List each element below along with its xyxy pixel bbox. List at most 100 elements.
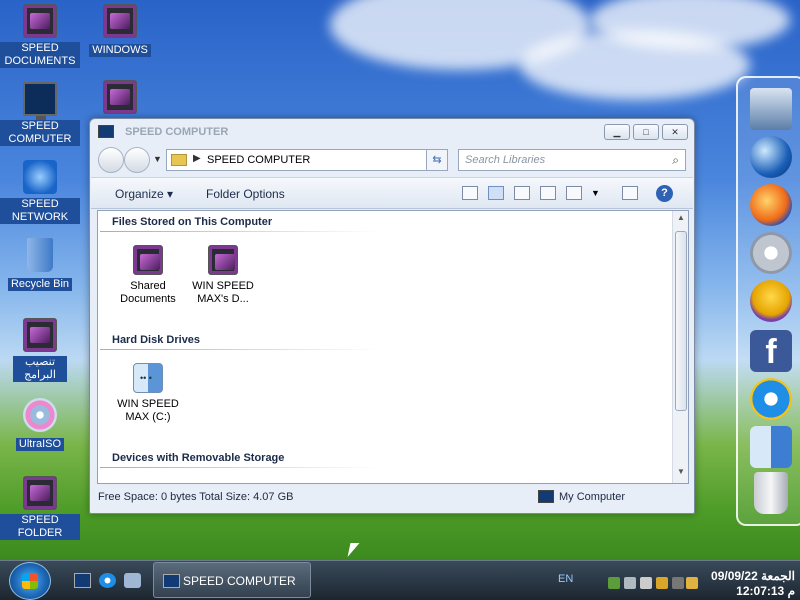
drive-icon	[133, 363, 163, 393]
folder-icon	[103, 80, 137, 114]
folder-icon	[133, 245, 163, 275]
item-user-documents[interactable]: WIN SPEED MAX's D...	[188, 245, 258, 306]
divider	[100, 349, 380, 350]
desktop-icon-speed-network[interactable]: SPEED NETWORK	[0, 160, 80, 224]
language-indicator[interactable]: EN	[558, 573, 573, 585]
organize-button[interactable]: Organize ▾	[115, 187, 173, 201]
status-location: My Computer	[559, 491, 626, 503]
history-dropdown-icon[interactable]: ▼	[153, 154, 162, 164]
desktop-icon-windows[interactable]: WINDOWS	[80, 4, 160, 57]
status-bar: Free Space: 0 bytes Total Size: 4.07 GB …	[91, 486, 693, 510]
desktop-icon-speed-folder[interactable]: SPEED FOLDER	[0, 476, 80, 540]
clock-day: الجمعة	[761, 569, 795, 583]
refresh-button[interactable]: ⇆	[426, 149, 448, 171]
view-dropdown-icon[interactable]: ▼	[591, 188, 600, 198]
maximize-button[interactable]: □	[633, 124, 659, 140]
folder-icon	[23, 318, 57, 352]
folder-icon	[23, 476, 57, 510]
folder-icon	[171, 154, 187, 166]
vertical-scrollbar[interactable]: ▲ ▼	[672, 211, 688, 483]
computer-icon[interactable]	[74, 573, 91, 588]
search-placeholder: Search Libraries	[465, 154, 546, 166]
tray-icon[interactable]	[624, 577, 636, 589]
media-player-icon[interactable]	[124, 573, 141, 588]
taskbar: SPEED COMPUTER EN الجمعة 09/09/22 م 12:0…	[0, 560, 800, 600]
tray-icon[interactable]	[672, 577, 684, 589]
network-icon	[23, 160, 57, 194]
tray-icon[interactable]	[656, 577, 668, 589]
tray-volume-icon[interactable]	[640, 577, 652, 589]
documents-folder-icon	[23, 4, 57, 38]
computer-monitor-icon	[23, 82, 57, 120]
desktop-icon-speed-documents[interactable]: SPEED DOCUMENTS	[0, 4, 80, 68]
group-header-stored: Files Stored on This Computer	[112, 216, 273, 228]
scroll-thumb[interactable]	[675, 231, 687, 411]
desktop-icon-ultraiso[interactable]: UltraISO	[0, 398, 80, 451]
computer-icon[interactable]	[750, 88, 792, 130]
computer-icon	[538, 490, 554, 503]
status-disk-info: Free Space: 0 bytes Total Size: 4.07 GB	[98, 491, 294, 503]
scroll-up-icon[interactable]: ▲	[673, 213, 688, 227]
file-list[interactable]: Files Stored on This Computer Shared Doc…	[97, 210, 689, 484]
address-row: ▼ ▶ SPEED COMPUTER ▼ ⇆ Search Libraries …	[98, 147, 688, 173]
item-shared-documents[interactable]: Shared Documents	[113, 245, 183, 306]
minimize-button[interactable]: ▁	[604, 124, 630, 140]
address-path: SPEED COMPUTER	[207, 154, 311, 166]
folder-options-button[interactable]: Folder Options	[206, 187, 285, 201]
mouse-cursor	[347, 543, 360, 557]
desktop-icon-folder[interactable]	[80, 80, 160, 118]
close-button[interactable]: ✕	[662, 124, 688, 140]
clock-date: 09/09/22	[711, 569, 758, 583]
explorer-window[interactable]: SPEED COMPUTER ▁ □ ✕ ▼ ▶ SPEED COMPUTER …	[89, 118, 695, 514]
clock-ampm: م	[787, 584, 795, 598]
search-icon: ⌕	[672, 153, 679, 167]
group-header-disks: Hard Disk Drives	[112, 334, 201, 346]
group-header-removable: Devices with Removable Storage	[112, 452, 285, 464]
recycle-bin-icon	[27, 238, 53, 272]
dock-bar: f	[736, 76, 800, 526]
taskbar-window-button[interactable]: SPEED COMPUTER	[153, 562, 311, 598]
computer-icon	[98, 125, 114, 138]
back-button[interactable]	[98, 147, 124, 173]
divider	[100, 467, 380, 468]
facebook-icon[interactable]: f	[750, 330, 792, 372]
address-bar[interactable]: ▶ SPEED COMPUTER ▼	[166, 149, 446, 171]
item-drive-c[interactable]: WIN SPEED MAX (C:)	[113, 363, 183, 424]
finder-icon[interactable]	[750, 426, 792, 468]
window-title: SPEED COMPUTER	[125, 126, 229, 138]
tray-icon[interactable]	[686, 577, 698, 589]
internet-explorer-icon[interactable]	[99, 573, 116, 588]
small-icons-view-icon[interactable]	[540, 186, 556, 200]
forward-button[interactable]	[124, 147, 150, 173]
yahoo-messenger-icon[interactable]	[750, 280, 792, 322]
list-view-icon[interactable]	[566, 186, 582, 200]
scroll-down-icon[interactable]: ▼	[673, 467, 688, 481]
desktop-icon-speed-computer[interactable]: SPEED COMPUTER	[0, 82, 80, 146]
caption-buttons: ▁ □ ✕	[604, 124, 688, 140]
large-icons-view-icon[interactable]	[488, 186, 504, 200]
chevron-right-icon: ▶	[193, 153, 201, 164]
search-input[interactable]: Search Libraries ⌕	[458, 149, 686, 171]
help-icon[interactable]: ?	[656, 185, 673, 202]
details-view-icon[interactable]	[514, 186, 530, 200]
computer-icon	[163, 574, 180, 588]
internet-explorer-icon[interactable]	[750, 378, 792, 420]
folder-icon	[208, 245, 238, 275]
tray-network-icon[interactable]	[608, 577, 620, 589]
clock[interactable]: الجمعة 09/09/22 م 12:07:13	[700, 569, 795, 599]
firefox-icon[interactable]	[750, 184, 792, 226]
preview-icon[interactable]	[462, 186, 478, 200]
trash-icon[interactable]	[754, 472, 788, 514]
divider	[100, 231, 380, 232]
windows-logo-icon	[22, 573, 38, 589]
start-button[interactable]	[9, 562, 51, 600]
folder-icon	[103, 4, 137, 38]
desktop-icon-recycle-bin[interactable]: Recycle Bin	[0, 238, 80, 291]
title-bar[interactable]: SPEED COMPUTER ▁ □ ✕	[90, 119, 694, 145]
clock-time: 12:07:13	[736, 584, 785, 598]
disc-icon	[23, 398, 57, 432]
globe-icon[interactable]	[750, 136, 792, 178]
settings-gear-icon[interactable]	[750, 232, 792, 274]
desktop-icon-install-programs[interactable]: تنصيب البرامج	[0, 318, 80, 382]
preview-pane-icon[interactable]	[622, 186, 638, 200]
